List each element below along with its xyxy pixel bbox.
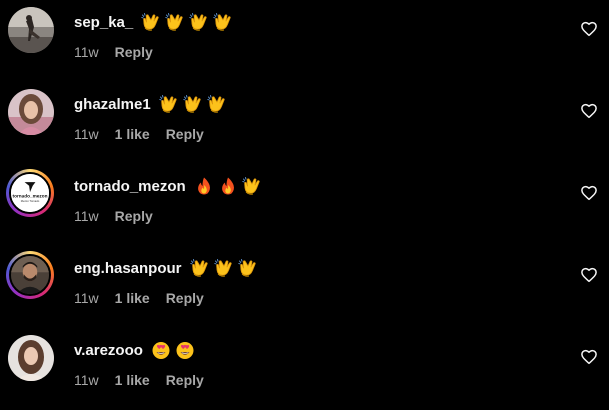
- avatar[interactable]: [8, 335, 54, 381]
- comment-item: eng.hasanpour 11w 1 like Reply: [0, 246, 609, 328]
- clapping-hands-icon: [183, 94, 203, 114]
- avatar[interactable]: tornado_mezon Mezon Tornado: [6, 169, 54, 217]
- comment-time[interactable]: 11w: [74, 372, 99, 388]
- clapping-hands-icon: [165, 12, 185, 32]
- comment-text: [141, 12, 237, 32]
- clapping-hands-icon: [214, 258, 234, 278]
- avatar-photo: [8, 7, 54, 53]
- clapping-hands-icon: [190, 258, 210, 278]
- avatar[interactable]: [8, 7, 54, 53]
- fire-icon: [218, 176, 238, 196]
- comment-time[interactable]: 11w: [74, 208, 99, 224]
- comment-text: [194, 176, 266, 196]
- fire-icon: [194, 176, 214, 196]
- reply-button[interactable]: Reply: [115, 44, 153, 60]
- comment-item: ghazalme1 11w 1 like Reply: [0, 82, 609, 164]
- like-heart-icon[interactable]: [580, 184, 598, 202]
- heart-eyes-icon: [175, 340, 195, 360]
- heart-eyes-icon: [151, 340, 171, 360]
- comment-text: [159, 94, 231, 114]
- comment-text: [190, 258, 262, 278]
- reply-button[interactable]: Reply: [166, 290, 204, 306]
- tornado-logo: tornado_mezon Mezon Tornado: [11, 174, 49, 212]
- comment-username[interactable]: sep_ka_: [74, 14, 133, 31]
- avatar[interactable]: [8, 89, 54, 135]
- clapping-hands-icon: [238, 258, 258, 278]
- comment-item: tornado_mezon Mezon Tornado tornado_mezo…: [0, 164, 609, 246]
- clapping-hands-icon: [159, 94, 179, 114]
- clapping-hands-icon: [141, 12, 161, 32]
- comment-username[interactable]: ghazalme1: [74, 96, 151, 113]
- comment-text: [151, 340, 199, 360]
- like-heart-icon[interactable]: [580, 348, 598, 366]
- comment-username[interactable]: eng.hasanpour: [74, 260, 182, 277]
- reply-button[interactable]: Reply: [166, 372, 204, 388]
- comments-list: sep_ka_ 11w Reply ghazalme1 11w 1 like R…: [0, 0, 609, 410]
- likes-count[interactable]: 1 like: [115, 126, 150, 142]
- avatar-photo: [8, 89, 54, 135]
- comment-time[interactable]: 11w: [74, 44, 99, 60]
- clapping-hands-icon: [207, 94, 227, 114]
- comment-username[interactable]: v.arezooo: [74, 342, 143, 359]
- avatar[interactable]: [6, 251, 54, 299]
- clapping-hands-icon: [213, 12, 233, 32]
- avatar-photo: [8, 335, 54, 381]
- likes-count[interactable]: 1 like: [115, 372, 150, 388]
- comment-time[interactable]: 11w: [74, 126, 99, 142]
- clapping-hands-icon: [189, 12, 209, 32]
- logo-subtext: Mezon Tornado: [21, 199, 40, 203]
- avatar-photo: [11, 256, 49, 294]
- like-heart-icon[interactable]: [580, 102, 598, 120]
- like-heart-icon[interactable]: [580, 20, 598, 38]
- logo-text: tornado_mezon: [13, 194, 48, 199]
- reply-button[interactable]: Reply: [166, 126, 204, 142]
- comment-item: sep_ka_ 11w Reply: [0, 0, 609, 82]
- comment-time[interactable]: 11w: [74, 290, 99, 306]
- like-heart-icon[interactable]: [580, 266, 598, 284]
- clapping-hands-icon: [242, 176, 262, 196]
- comment-item: v.arezooo 11w 1 like Reply: [0, 328, 609, 410]
- reply-button[interactable]: Reply: [115, 208, 153, 224]
- comment-username[interactable]: tornado_mezon: [74, 178, 186, 195]
- likes-count[interactable]: 1 like: [115, 290, 150, 306]
